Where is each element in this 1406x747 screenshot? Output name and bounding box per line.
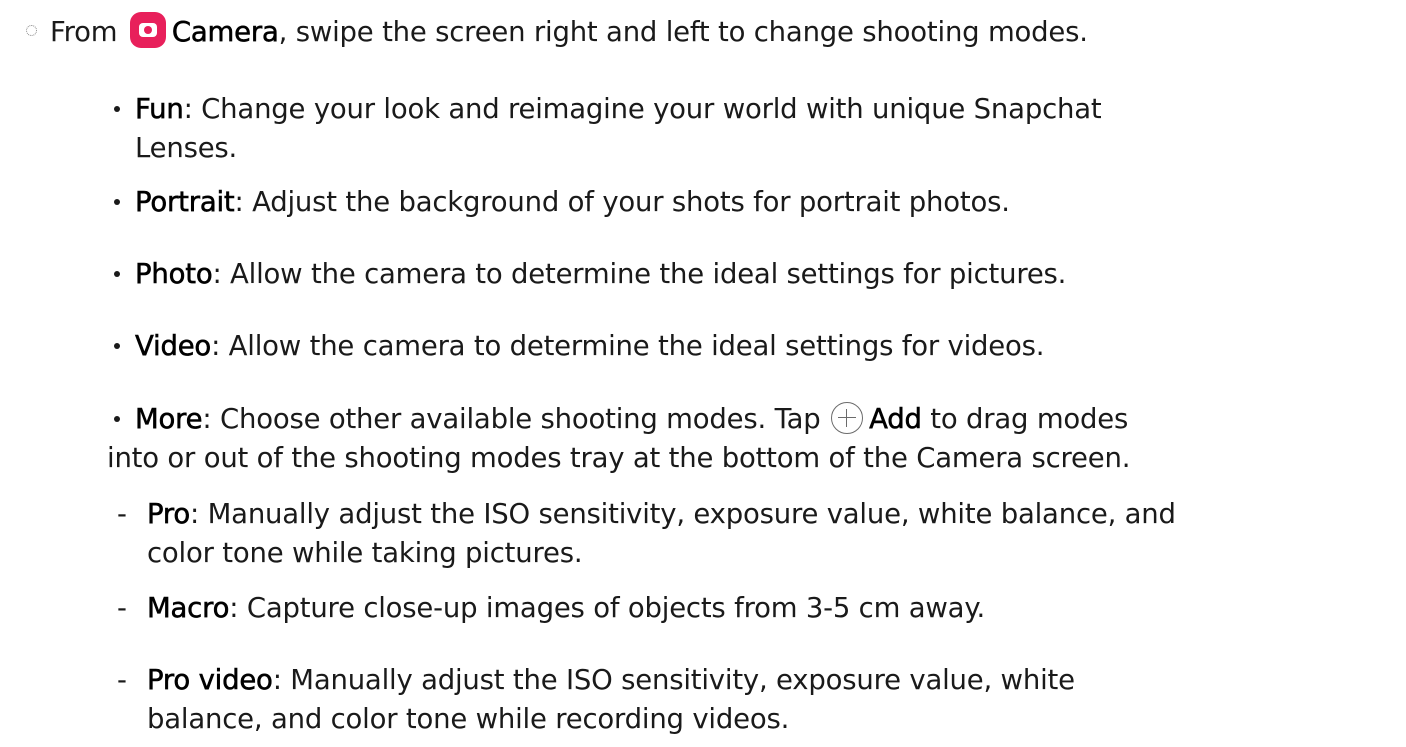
mode-term: Portrait xyxy=(135,186,235,219)
submode-desc-cont: color tone while taking pictures. xyxy=(147,537,583,569)
submode-term: Pro video xyxy=(147,664,273,697)
mode-desc: : Allow the camera to determine the idea… xyxy=(211,330,1045,362)
submode-item-pro-cont: color tone while taking pictures. xyxy=(147,533,583,573)
mode-item-fun-cont: Lenses. xyxy=(135,128,237,168)
mode-desc-post: to drag modes xyxy=(921,403,1129,435)
camera-app-name: Camera xyxy=(171,16,279,49)
mode-desc-cont: Lenses. xyxy=(135,132,238,164)
bullet-dot-icon xyxy=(114,343,120,349)
bullet-dot-icon xyxy=(114,271,120,277)
mode-desc-cont: into or out of the shooting modes tray a… xyxy=(107,442,1131,474)
mode-desc: : Change your look and reimagine your wo… xyxy=(183,93,1102,125)
document-body: From Camera, swipe the screen right and … xyxy=(0,0,1406,747)
mode-item-fun: Fun: Change your look and reimagine your… xyxy=(135,89,1102,129)
submode-term: Pro xyxy=(147,498,191,531)
submode-item-pro-video-cont: balance, and color tone while recording … xyxy=(147,699,789,739)
add-circle-icon xyxy=(831,402,864,434)
mode-item-portrait: Portrait: Adjust the background of your … xyxy=(135,182,1010,222)
submode-item-pro-video: Pro video: Manually adjust the ISO sensi… xyxy=(147,660,1075,700)
mode-desc: : Allow the camera to determine the idea… xyxy=(212,258,1067,290)
submode-desc-cont: balance, and color tone while recording … xyxy=(147,703,790,735)
intro-prefix: From xyxy=(50,16,118,48)
add-label: Add xyxy=(869,403,922,436)
mode-item-video: Video: Allow the camera to determine the… xyxy=(135,326,1045,366)
mode-term: Fun xyxy=(135,93,184,126)
mode-item-more: More: Choose other available shooting mo… xyxy=(135,399,1128,439)
submode-item-macro: Macro: Capture close-up images of object… xyxy=(147,588,986,628)
sub-bullet-dash: - xyxy=(117,664,127,696)
sub-bullet-dash: - xyxy=(117,592,127,624)
submode-desc: : Manually adjust the ISO sensitivity, e… xyxy=(190,498,1176,530)
submode-desc: : Manually adjust the ISO sensitivity, e… xyxy=(272,664,1075,696)
mode-item-photo: Photo: Allow the camera to determine the… xyxy=(135,254,1067,294)
submode-desc: : Capture close-up images of objects fro… xyxy=(229,592,986,624)
mode-term: Video xyxy=(135,330,212,363)
camera-app-icon xyxy=(129,12,166,48)
mode-item-more-cont: into or out of the shooting modes tray a… xyxy=(107,438,1130,478)
mode-term: Photo xyxy=(135,258,213,291)
bullet-dot-icon xyxy=(114,106,120,112)
circle-bullet-icon xyxy=(26,25,37,36)
sub-bullet-dash: - xyxy=(117,498,127,530)
bullet-dot-icon xyxy=(114,199,120,205)
intro-line: From Camera, swipe the screen right and … xyxy=(26,12,1088,52)
mode-desc: : Adjust the background of your shots fo… xyxy=(234,186,1010,218)
submode-item-pro: Pro: Manually adjust the ISO sensitivity… xyxy=(147,494,1176,534)
intro-rest: , swipe the screen right and left to cha… xyxy=(278,16,1088,48)
mode-desc: : Choose other available shooting modes.… xyxy=(202,403,821,435)
mode-term: More xyxy=(135,403,203,436)
submode-term: Macro xyxy=(147,592,230,625)
bullet-dot-icon xyxy=(114,416,120,422)
